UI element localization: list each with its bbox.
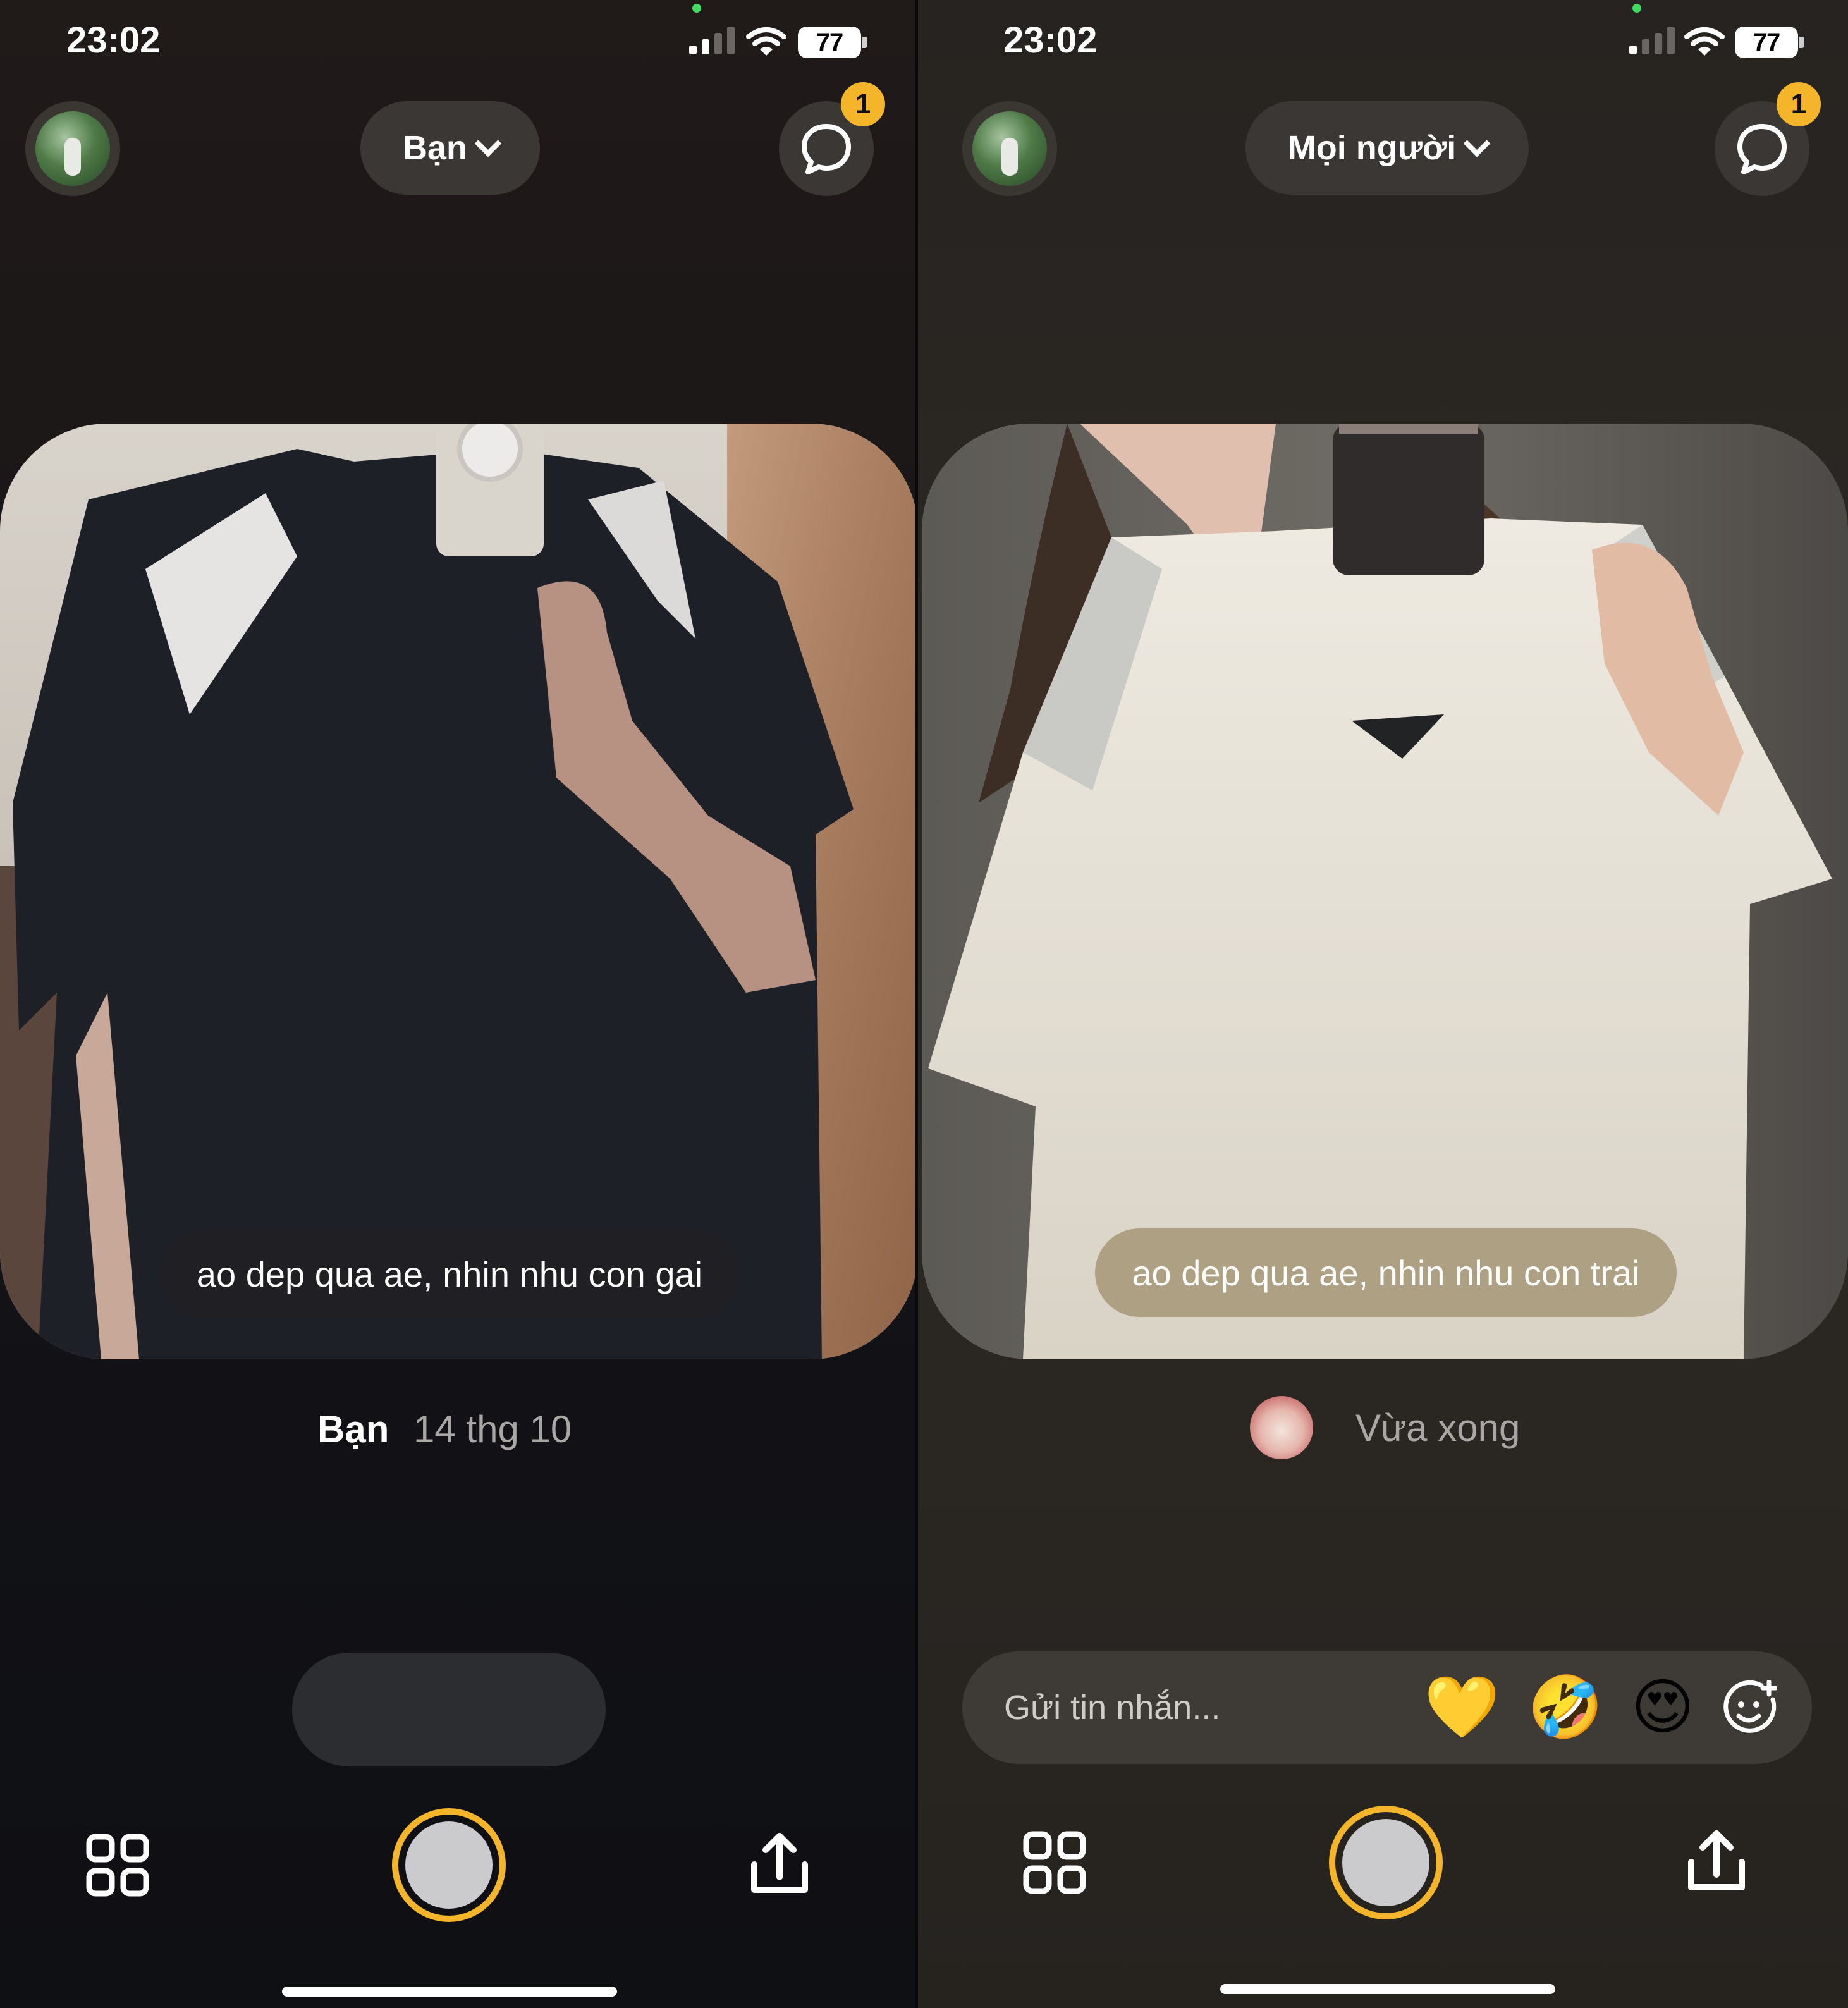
share-icon[interactable] [1682, 1827, 1751, 1897]
wifi-icon [1684, 27, 1725, 56]
share-icon[interactable] [745, 1830, 814, 1899]
messages-badge: 1 [1777, 82, 1821, 126]
post-caption: ao dep qua ae, nhin nhu con gai [159, 1230, 740, 1318]
battery-indicator: 77 [798, 27, 861, 58]
cellular-signal-icon [689, 27, 735, 54]
photo-image [922, 424, 1848, 1359]
audience-selector[interactable]: Mọi người [1245, 101, 1529, 195]
status-time: 23:02 [66, 20, 161, 61]
profile-avatar[interactable] [25, 101, 120, 196]
profile-avatar[interactable] [962, 101, 1057, 196]
message-bar[interactable]: Gửi tin nhắn... 💛 🤣 😍 [962, 1651, 1812, 1764]
post-date: 14 thg 10 [413, 1408, 572, 1450]
audience-selector[interactable]: Bạn [360, 101, 540, 195]
heart-eyes-icon[interactable]: 😍 [1631, 1677, 1694, 1738]
chevron-down-icon [474, 130, 502, 157]
cellular-signal-icon [1629, 27, 1675, 54]
message-bar-placeholder[interactable] [292, 1653, 606, 1766]
yellow-heart-icon[interactable]: 💛 [1424, 1677, 1500, 1738]
wifi-icon [746, 27, 786, 56]
chat-bubble-icon [1737, 124, 1787, 174]
grid-icon[interactable] [86, 1834, 149, 1897]
right-screen: 23:02 77 Mọi người 1 ao dep qua ae, nhin… [918, 0, 1848, 2008]
chevron-down-icon [1464, 130, 1491, 157]
status-time: 23:02 [1003, 20, 1098, 61]
camera-indicator-dot [692, 4, 701, 13]
post-photo[interactable] [0, 424, 918, 1359]
camera-indicator-dot [1632, 4, 1641, 13]
viewer-avatar[interactable] [1250, 1396, 1313, 1459]
post-caption: ao dep qua ae, nhin nhu con trai [1095, 1228, 1677, 1317]
shutter-button[interactable] [392, 1808, 506, 1922]
audience-label: Mọi người [1287, 129, 1457, 167]
left-screen: 23:02 77 Bạn 1 ao dep qua ae, nhin nhu c… [0, 0, 918, 2008]
home-indicator [1220, 1984, 1555, 1994]
messages-badge: 1 [841, 82, 885, 126]
post-time: Vừa xong [1355, 1407, 1521, 1449]
audience-label: Bạn [402, 129, 467, 167]
photo-image [0, 424, 918, 1359]
rolling-laughing-icon[interactable]: 🤣 [1527, 1677, 1603, 1738]
post-author[interactable]: Bạn [317, 1407, 389, 1451]
add-emoji-icon[interactable] [1722, 1680, 1777, 1735]
battery-tip [862, 37, 867, 48]
battery-indicator: 77 [1735, 27, 1798, 58]
post-photo[interactable] [922, 424, 1848, 1359]
shutter-button[interactable] [1329, 1806, 1443, 1919]
home-indicator [282, 1987, 617, 1997]
chat-bubble-icon [802, 124, 851, 174]
message-input[interactable]: Gửi tin nhắn... [1004, 1688, 1424, 1727]
grid-icon[interactable] [1023, 1831, 1086, 1894]
battery-tip [1799, 37, 1804, 48]
